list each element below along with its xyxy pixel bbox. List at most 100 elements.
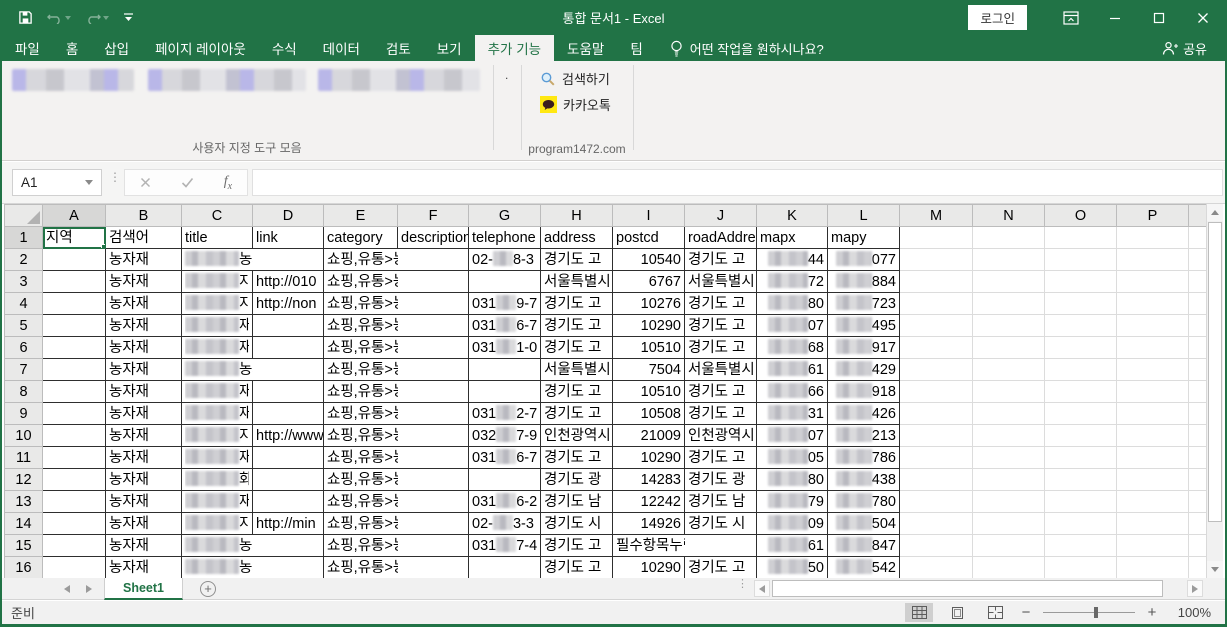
cell-C2[interactable]: 농자재: [182, 249, 253, 271]
cell-H2[interactable]: 경기도 고: [541, 249, 613, 271]
cell-O1[interactable]: [1045, 227, 1117, 249]
cell-K15[interactable]: 61: [757, 535, 828, 557]
cell-A6[interactable]: [43, 337, 106, 359]
cell-I3[interactable]: 6767: [613, 271, 685, 293]
cell-D6[interactable]: [253, 337, 324, 359]
zoom-out-button[interactable]: −: [1019, 604, 1033, 621]
cell-P11[interactable]: [1117, 447, 1189, 469]
redo-icon[interactable]: [85, 11, 109, 24]
cell-C10[interactable]: 지: [182, 425, 253, 447]
share-button[interactable]: 공유: [1162, 35, 1225, 61]
cell-M15[interactable]: [900, 535, 973, 557]
cell-G11[interactable]: 0316-7: [469, 447, 541, 469]
cell-D2[interactable]: [253, 249, 324, 271]
zoom-slider-thumb[interactable]: [1094, 607, 1098, 618]
cell-K13[interactable]: 79: [757, 491, 828, 513]
cell-F14[interactable]: [398, 513, 469, 535]
col-header-H[interactable]: H: [541, 205, 613, 227]
vertical-scroll-thumb[interactable]: [1208, 222, 1222, 522]
cell-K9[interactable]: 31: [757, 403, 828, 425]
cell-L12[interactable]: 438: [828, 469, 900, 491]
cell-H7[interactable]: 서울특별시: [541, 359, 613, 381]
cell-N8[interactable]: [973, 381, 1045, 403]
cell-O2[interactable]: [1045, 249, 1117, 271]
cell-E1[interactable]: category: [324, 227, 398, 249]
cell-C3[interactable]: 지: [182, 271, 253, 293]
cell-I7[interactable]: 7504: [613, 359, 685, 381]
cell-M10[interactable]: [900, 425, 973, 447]
cell-J13[interactable]: 경기도 남: [685, 491, 757, 513]
cell-B15[interactable]: 농자재: [106, 535, 182, 557]
cell-H5[interactable]: 경기도 고: [541, 315, 613, 337]
cell-C9[interactable]: 재: [182, 403, 253, 425]
cell-I5[interactable]: 10290: [613, 315, 685, 337]
cell-H14[interactable]: 경기도 시: [541, 513, 613, 535]
cell-B14[interactable]: 농자재: [106, 513, 182, 535]
cell-I9[interactable]: 10508: [613, 403, 685, 425]
zoom-slider[interactable]: [1043, 603, 1135, 622]
cell-K16[interactable]: 50: [757, 557, 828, 579]
cell-F13[interactable]: [398, 491, 469, 513]
row-header-14[interactable]: 14: [5, 513, 43, 535]
cell-B11[interactable]: 농자재: [106, 447, 182, 469]
col-header-F[interactable]: F: [398, 205, 469, 227]
cell-P12[interactable]: [1117, 469, 1189, 491]
enter-check-icon[interactable]: [181, 177, 194, 188]
cell-A4[interactable]: [43, 293, 106, 315]
page-break-view-icon[interactable]: [981, 603, 1009, 622]
cell-J15[interactable]: [685, 535, 757, 557]
cell-A2[interactable]: [43, 249, 106, 271]
cell-I6[interactable]: 10510: [613, 337, 685, 359]
zoom-in-button[interactable]: +: [1145, 604, 1159, 621]
cell-E10[interactable]: 쇼핑,유통>농업용품: [324, 425, 398, 447]
cell-D8[interactable]: [253, 381, 324, 403]
cell-D11[interactable]: [253, 447, 324, 469]
cell-L15[interactable]: 847: [828, 535, 900, 557]
cell-N14[interactable]: [973, 513, 1045, 535]
cell-M2[interactable]: [900, 249, 973, 271]
cell-O7[interactable]: [1045, 359, 1117, 381]
cell-O3[interactable]: [1045, 271, 1117, 293]
blurred-toolbar-buttons[interactable]: [148, 69, 306, 91]
row-header-5[interactable]: 5: [5, 315, 43, 337]
row-header-4[interactable]: 4: [5, 293, 43, 315]
cell-K1[interactable]: mapx: [757, 227, 828, 249]
ribbon-display-options-icon[interactable]: [1049, 0, 1093, 35]
cell-N13[interactable]: [973, 491, 1045, 513]
ribbon-tab-9[interactable]: 도움말: [554, 35, 617, 61]
cell-K7[interactable]: 61: [757, 359, 828, 381]
name-box-dropdown-icon[interactable]: [85, 180, 93, 185]
cell-C13[interactable]: 재: [182, 491, 253, 513]
cell-I1[interactable]: postcd: [613, 227, 685, 249]
cell-A1[interactable]: 지역: [43, 227, 106, 249]
cell-L6[interactable]: 917: [828, 337, 900, 359]
cell-O13[interactable]: [1045, 491, 1117, 513]
cell-C1[interactable]: title: [182, 227, 253, 249]
cell-A3[interactable]: [43, 271, 106, 293]
cell-L7[interactable]: 429: [828, 359, 900, 381]
cell-G7[interactable]: [469, 359, 541, 381]
cell-A15[interactable]: [43, 535, 106, 557]
formula-bar-grip[interactable]: ⋮: [109, 174, 121, 180]
cell-N5[interactable]: [973, 315, 1045, 337]
cell-M1[interactable]: [900, 227, 973, 249]
ribbon-tab-0[interactable]: 파일: [2, 35, 53, 61]
cell-B5[interactable]: 농자재: [106, 315, 182, 337]
cell-B9[interactable]: 농자재: [106, 403, 182, 425]
col-header-P[interactable]: P: [1117, 205, 1189, 227]
cell-H15[interactable]: 경기도 고: [541, 535, 613, 557]
col-header-M[interactable]: M: [900, 205, 973, 227]
cell-D5[interactable]: [253, 315, 324, 337]
cell-B6[interactable]: 농자재: [106, 337, 182, 359]
sheet-tab-sheet1[interactable]: Sheet1: [104, 578, 183, 600]
scroll-left-icon[interactable]: [754, 580, 770, 597]
cell-I13[interactable]: 12242: [613, 491, 685, 513]
cell-C11[interactable]: 재: [182, 447, 253, 469]
close-button[interactable]: [1181, 0, 1225, 35]
cell-D7[interactable]: [253, 359, 324, 381]
row-header-3[interactable]: 3: [5, 271, 43, 293]
select-all-corner[interactable]: [5, 205, 43, 227]
cell-D1[interactable]: link: [253, 227, 324, 249]
cell-G2[interactable]: 02-8-3: [469, 249, 541, 271]
col-header-A[interactable]: A: [43, 205, 106, 227]
